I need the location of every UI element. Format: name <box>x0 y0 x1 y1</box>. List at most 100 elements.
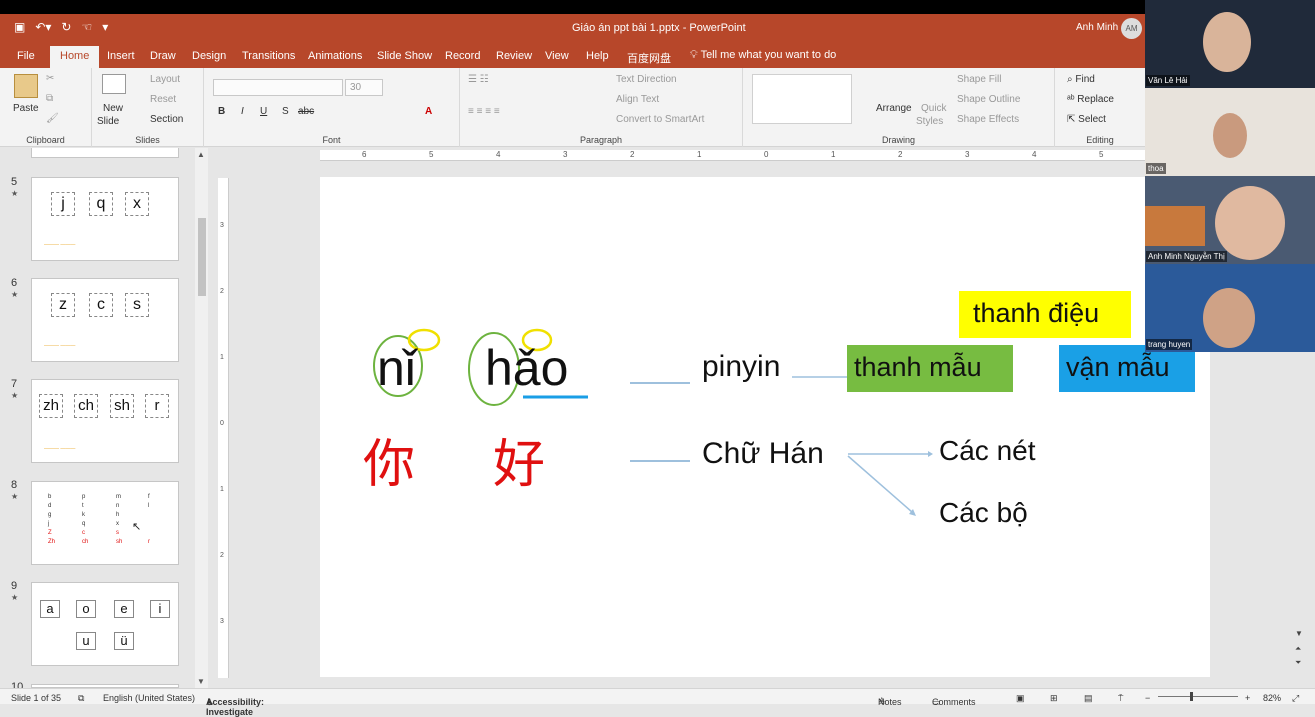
slide-canvas[interactable]: nǐ hǎo 你 好 pinyin Chữ Hán thanh mẫu vận … <box>320 177 1210 677</box>
save-icon[interactable]: ▣ <box>14 20 25 34</box>
reading-view-icon[interactable]: ▤ <box>1084 693 1093 704</box>
shape-fill-button[interactable]: Shape Fill <box>957 74 1001 85</box>
zoom-slider[interactable] <box>1158 696 1238 697</box>
align-icons[interactable]: ≡ ≡ ≡ ≡ <box>468 106 500 117</box>
underline-button[interactable]: U <box>260 106 267 117</box>
slide-thumbnail-5[interactable]: j q x ——— ——— <box>31 177 179 261</box>
scroll-down-icon[interactable]: ▼ <box>1295 629 1303 638</box>
slide-thumbnail-9[interactable]: a o e i u ü <box>31 582 179 666</box>
slide-thumbnail-6[interactable]: z c s ——— ——— <box>31 278 179 362</box>
new-slide-button-line2[interactable]: Slide <box>97 116 119 127</box>
reset-button[interactable]: Reset <box>150 94 176 105</box>
tab-file[interactable]: File <box>17 50 35 62</box>
language-status[interactable]: English (United States) <box>103 693 195 703</box>
font-size-input[interactable]: 30 <box>345 79 383 96</box>
quick-styles-button-line2[interactable]: Styles <box>916 116 943 127</box>
zoom-level[interactable]: 82% <box>1263 693 1281 703</box>
tell-me-search[interactable]: 💡︎ Tell me what you want to do <box>690 49 836 62</box>
participant-video-2[interactable]: thoa <box>1145 88 1315 176</box>
slide-thumbnail-4[interactable] <box>31 148 179 158</box>
tab-draw[interactable]: Draw <box>150 50 176 62</box>
shapes-gallery[interactable] <box>752 74 852 124</box>
convert-smartart-button[interactable]: Convert to SmartArt <box>616 114 704 125</box>
participant-video-3[interactable]: Anh Minh Nguyễn Thị <box>1145 176 1315 264</box>
align-text-button[interactable]: Align Text <box>616 94 659 105</box>
tab-insert[interactable]: Insert <box>107 50 135 62</box>
box-thanh-dieu[interactable]: thanh điệu <box>959 291 1131 338</box>
ruler-label: 2 <box>630 150 635 159</box>
select-button[interactable]: ⇱ Select <box>1067 114 1106 125</box>
participant-video-4[interactable]: trang huyen <box>1145 264 1315 352</box>
cut-icon[interactable]: ✂ <box>46 73 54 84</box>
zoom-out-icon[interactable]: − <box>1145 693 1150 703</box>
slide-thumbnail-8[interactable]: b d g j Z Zh p t k q c ch m n h x s sh f l r ↖ <box>31 481 179 565</box>
next-slide-icon[interactable]: ⏷ <box>1295 658 1301 668</box>
label-chu-han[interactable]: Chữ Hán <box>702 437 824 471</box>
tab-view[interactable]: View <box>545 50 569 62</box>
new-slide-icon[interactable] <box>102 74 126 94</box>
redo-icon[interactable]: ↻ <box>61 20 71 34</box>
participant-video-1[interactable]: Văn Lê Hải <box>1145 0 1315 88</box>
label-cac-net[interactable]: Các nét <box>939 435 1036 467</box>
box-thanh-mau[interactable]: thanh mẫu <box>847 345 1013 392</box>
bold-button[interactable]: B <box>218 106 225 117</box>
thumbnail-scroll-thumb[interactable] <box>198 218 206 296</box>
tab-slide-show[interactable]: Slide Show <box>377 50 432 62</box>
format-painter-icon[interactable]: 🖌︎ <box>46 113 59 124</box>
layout-button[interactable]: Layout <box>150 74 180 85</box>
bullets-icon[interactable]: ☰ ☷ <box>468 74 489 85</box>
slide-thumbnail-7[interactable]: zh ch sh r ——— ——— <box>31 379 179 463</box>
shape-effects-button[interactable]: Shape Effects <box>957 114 1019 125</box>
tab-animations[interactable]: Animations <box>308 50 362 62</box>
arrange-button[interactable]: Arrange <box>876 103 912 114</box>
paste-icon[interactable] <box>14 74 38 98</box>
strikethrough-button[interactable]: abc <box>298 106 314 117</box>
slide-sorter-icon[interactable]: ⊞ <box>1050 693 1058 704</box>
tab-home[interactable]: Home <box>50 46 100 68</box>
undo-icon[interactable]: ↶▾ <box>35 20 51 34</box>
slide-count[interactable]: Slide 1 of 35 <box>11 693 61 703</box>
zoom-slider-thumb[interactable] <box>1190 692 1193 701</box>
tab-design[interactable]: Design <box>192 50 226 62</box>
quick-styles-button[interactable]: Quick <box>921 103 947 114</box>
zoom-in-icon[interactable]: + <box>1245 693 1250 703</box>
label-cac-bo[interactable]: Các bộ <box>939 497 1028 529</box>
touch-mode-icon[interactable]: ☜ <box>81 20 92 34</box>
paste-button[interactable]: Paste <box>13 103 39 114</box>
label-pinyin[interactable]: pinyin <box>702 350 780 384</box>
scroll-down-icon[interactable]: ▼ <box>197 677 205 686</box>
shadow-button[interactable]: S <box>282 106 289 117</box>
spell-check-icon[interactable]: ⧉ <box>78 693 84 704</box>
customize-icon[interactable]: ▾ <box>102 20 108 34</box>
box-van-mau[interactable]: vận mẫu <box>1059 345 1195 392</box>
find-button[interactable]: ⌕ Find <box>1067 74 1095 85</box>
scroll-up-icon[interactable]: ▲ <box>197 150 205 159</box>
fit-slide-icon[interactable]: ⤢ <box>1292 693 1299 704</box>
normal-view-icon[interactable]: ▣ <box>1016 693 1025 704</box>
replace-icon: ᵃᵇ <box>1067 94 1078 105</box>
section-button[interactable]: Section <box>150 114 183 125</box>
tab-review[interactable]: Review <box>496 50 532 62</box>
animation-star-icon: ★ <box>11 189 19 198</box>
hanzi-hao[interactable]: 好 <box>493 422 545 497</box>
tab-baidu[interactable]: 百度网盘 <box>627 50 671 66</box>
font-color-button[interactable]: A <box>425 106 432 117</box>
ruler-label: 1 <box>831 150 836 159</box>
pinyin-ni[interactable]: nǐ <box>377 339 416 397</box>
copy-icon[interactable]: ⧉ <box>46 93 53 104</box>
italic-button[interactable]: I <box>241 106 244 117</box>
replace-button[interactable]: ᵃᵇ Replace <box>1067 94 1114 105</box>
new-slide-button[interactable]: New <box>103 103 123 114</box>
tab-transitions[interactable]: Transitions <box>242 50 295 62</box>
shape-outline-button[interactable]: Shape Outline <box>957 94 1020 105</box>
tab-help[interactable]: Help <box>586 50 609 62</box>
user-name[interactable]: Anh Minh <box>1076 22 1118 33</box>
slideshow-icon[interactable]: ⍑ <box>1118 693 1123 704</box>
previous-slide-icon[interactable]: ⏶ <box>1295 644 1301 654</box>
avatar[interactable]: AM <box>1121 18 1142 39</box>
pinyin-hao[interactable]: hǎo <box>485 339 568 397</box>
font-name-input[interactable] <box>213 79 343 96</box>
text-direction-button[interactable]: Text Direction <box>616 74 677 85</box>
tab-record[interactable]: Record <box>445 50 480 62</box>
hanzi-ni[interactable]: 你 <box>363 422 415 497</box>
